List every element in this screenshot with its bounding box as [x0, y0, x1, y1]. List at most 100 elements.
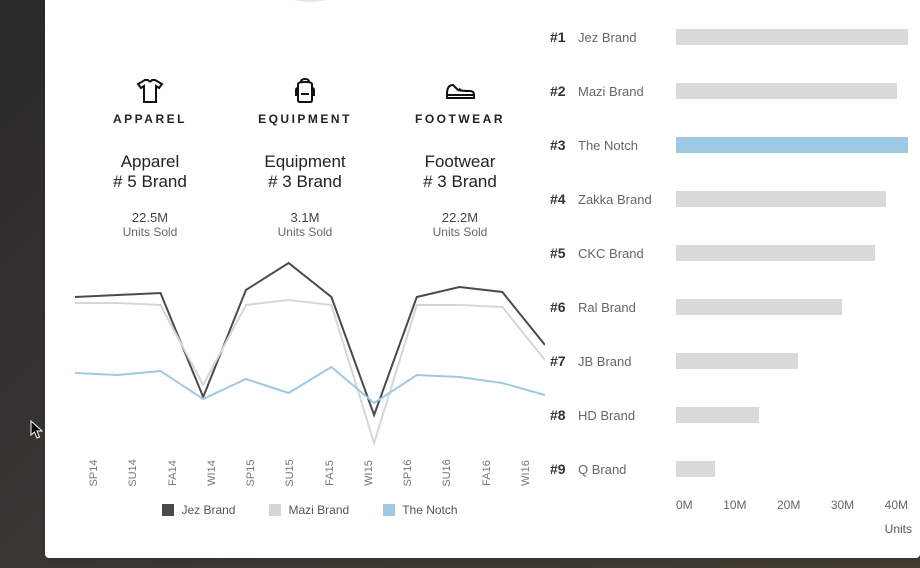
tshirt-icon: [75, 76, 225, 106]
category-rank: # 5 Brand: [75, 172, 225, 192]
chart-x-tick: SU15: [284, 454, 296, 492]
units-axis-tick: 30M: [831, 498, 854, 512]
chart-x-tick: FA14: [167, 454, 179, 492]
category-rank: # 3 Brand: [385, 172, 535, 192]
rank-bar-track: [676, 245, 920, 261]
category-summary-row: APPAREL Apparel # 5 Brand 22.5M Units So…: [75, 76, 535, 239]
category-title: Footwear: [385, 152, 535, 172]
rank-bar: [676, 299, 842, 315]
chart-legend: Jez Brand Mazi Brand The Notch: [75, 503, 545, 517]
category-sublabel: Units Sold: [75, 225, 225, 239]
rank-bar: [676, 245, 875, 261]
backpack-icon: [230, 76, 380, 106]
units-axis-tick: 0M: [676, 498, 693, 512]
rank-bar: [676, 407, 759, 423]
rank-number: #8: [550, 407, 578, 423]
legend-item-jez[interactable]: Jez Brand: [162, 503, 235, 517]
legend-item-notch[interactable]: The Notch: [383, 503, 457, 517]
legend-label: The Notch: [402, 503, 457, 517]
rank-row[interactable]: #5CKC Brand: [550, 226, 920, 280]
rank-row[interactable]: #4Zakka Brand: [550, 172, 920, 226]
category-label: FOOTWEAR: [385, 112, 535, 126]
rank-bar: [676, 29, 908, 45]
chart-x-tick: WI15: [363, 454, 375, 492]
chart-x-tick: FA16: [481, 454, 493, 492]
chart-x-axis-ticks: SP14SU14FA14WI14SP15SU15FA15WI15SP16SU16…: [75, 467, 545, 479]
rank-bar-track: [676, 137, 920, 153]
legend-swatch: [162, 504, 174, 516]
category-sublabel: Units Sold: [230, 225, 380, 239]
rank-name: Zakka Brand: [578, 192, 676, 207]
rank-name: CKC Brand: [578, 246, 676, 261]
rank-number: #2: [550, 83, 578, 99]
rank-row[interactable]: #2Mazi Brand: [550, 64, 920, 118]
chart-x-tick: WI14: [206, 454, 218, 492]
category-card-equipment[interactable]: EQUIPMENT Equipment # 3 Brand 3.1M Units…: [230, 76, 380, 239]
cursor-icon: [30, 420, 44, 440]
category-label: APPAREL: [75, 112, 225, 126]
chart-x-tick: FA15: [324, 454, 336, 492]
category-title: Equipment: [230, 152, 380, 172]
units-axis-tick: 40M: [885, 498, 908, 512]
rank-row[interactable]: #7JB Brand: [550, 334, 920, 388]
chart-x-tick: SP14: [88, 454, 100, 492]
chart-x-tick: WI16: [520, 454, 532, 492]
header-arc: [245, 0, 375, 12]
category-title: Apparel: [75, 152, 225, 172]
rank-bar-track: [676, 461, 920, 477]
rank-row[interactable]: #8HD Brand: [550, 388, 920, 442]
rank-number: #5: [550, 245, 578, 261]
rank-number: #9: [550, 461, 578, 477]
rank-bar-track: [676, 83, 920, 99]
category-rank: # 3 Brand: [230, 172, 380, 192]
rank-name: Ral Brand: [578, 300, 676, 315]
rank-number: #4: [550, 191, 578, 207]
rank-row[interactable]: #9Q Brand: [550, 442, 920, 496]
chart-series-line: [75, 367, 545, 403]
rank-bar: [676, 461, 715, 477]
category-card-footwear[interactable]: FOOTWEAR Footwear # 3 Brand 22.2M Units …: [385, 76, 535, 239]
units-axis-tick: 10M: [723, 498, 746, 512]
rank-bar-track: [676, 353, 920, 369]
rank-bar-track: [676, 407, 920, 423]
rank-name: Jez Brand: [578, 30, 676, 45]
rank-name: Q Brand: [578, 462, 676, 477]
rank-name: The Notch: [578, 138, 676, 153]
trend-line-chart: [75, 249, 545, 461]
legend-label: Jez Brand: [181, 503, 235, 517]
rank-bar: [676, 353, 798, 369]
brand-ranking-list: #1Jez Brand#2Mazi Brand#3The Notch#4Zakk…: [550, 10, 920, 496]
rank-name: JB Brand: [578, 354, 676, 369]
rank-bar-track: [676, 29, 920, 45]
rank-number: #6: [550, 299, 578, 315]
category-value: 22.2M: [385, 210, 535, 225]
units-axis-tick: 20M: [777, 498, 800, 512]
chart-x-tick: SU14: [127, 454, 139, 492]
category-sublabel: Units Sold: [385, 225, 535, 239]
rank-row[interactable]: #6Ral Brand: [550, 280, 920, 334]
rank-bar-track: [676, 299, 920, 315]
legend-label: Mazi Brand: [288, 503, 349, 517]
rank-bar: [676, 83, 897, 99]
rank-number: #7: [550, 353, 578, 369]
rank-row[interactable]: #3The Notch: [550, 118, 920, 172]
chart-x-tick: SP16: [402, 454, 414, 492]
rank-bar-track: [676, 191, 920, 207]
category-value: 22.5M: [75, 210, 225, 225]
rank-number: #3: [550, 137, 578, 153]
rank-row[interactable]: #1Jez Brand: [550, 10, 920, 64]
rank-bar: [676, 191, 886, 207]
bar-chart-axis-label: Units: [550, 522, 920, 536]
chart-series-line: [75, 263, 545, 415]
chart-x-tick: SU16: [441, 454, 453, 492]
legend-item-mazi[interactable]: Mazi Brand: [269, 503, 349, 517]
dashboard-panel: APPAREL Apparel # 5 Brand 22.5M Units So…: [45, 0, 920, 558]
chart-x-tick: SP15: [245, 454, 257, 492]
category-label: EQUIPMENT: [230, 112, 380, 126]
rank-bar: [676, 137, 908, 153]
legend-swatch: [269, 504, 281, 516]
rank-name: Mazi Brand: [578, 84, 676, 99]
category-card-apparel[interactable]: APPAREL Apparel # 5 Brand 22.5M Units So…: [75, 76, 225, 239]
legend-swatch: [383, 504, 395, 516]
category-value: 3.1M: [230, 210, 380, 225]
